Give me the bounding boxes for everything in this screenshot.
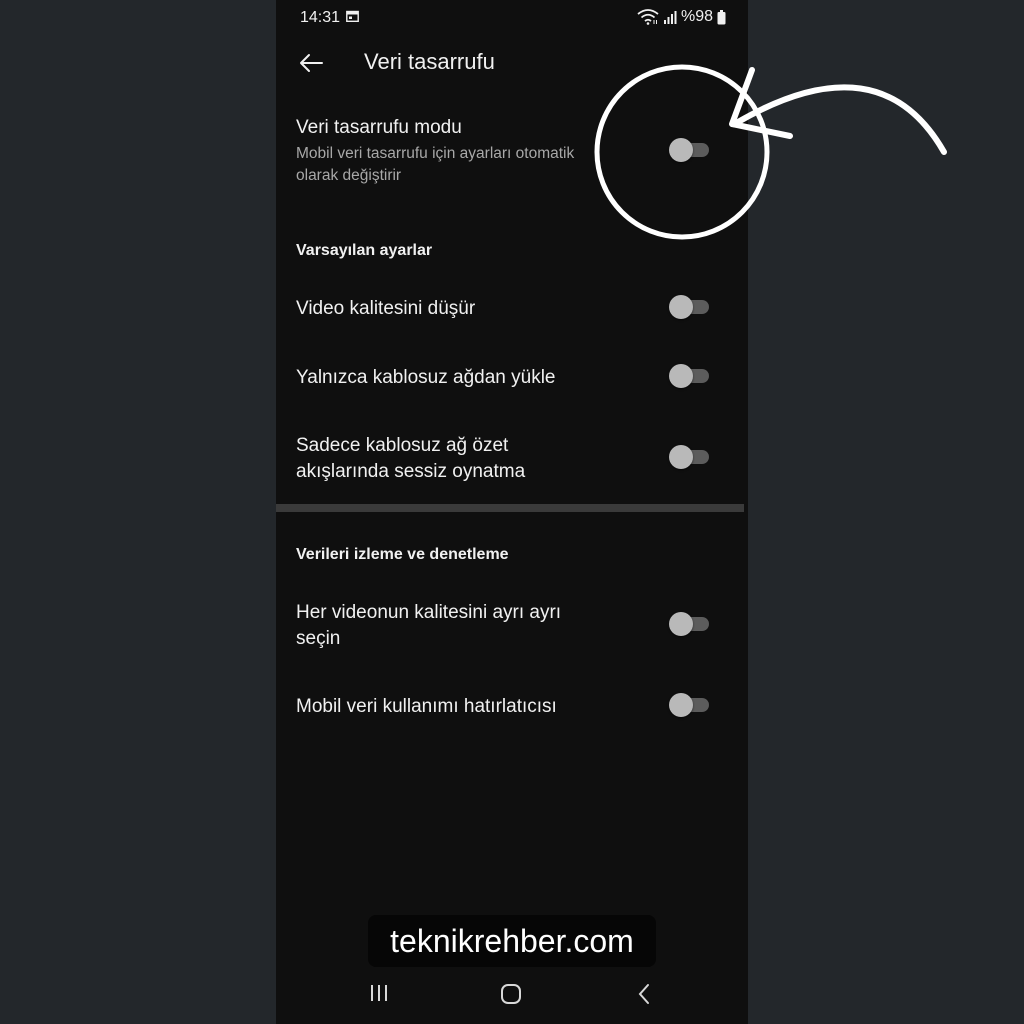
annotation-overlay [594, 64, 947, 240]
